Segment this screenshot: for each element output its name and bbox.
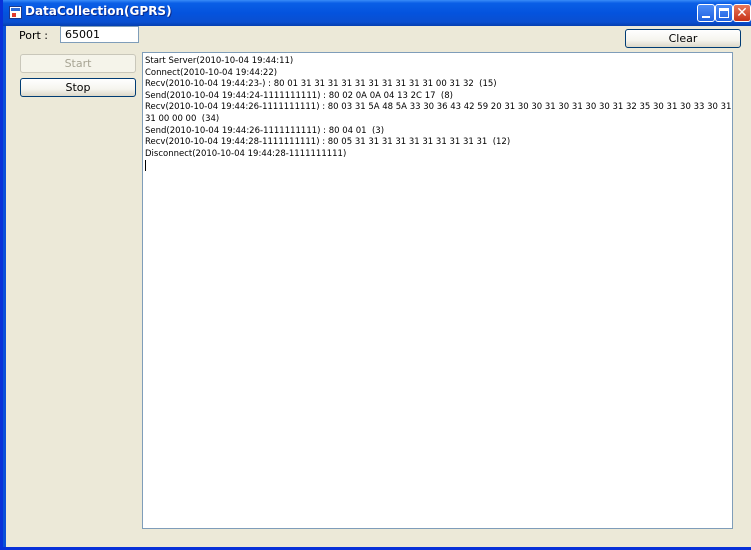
log-line: Send(2010-10-04 19:44:24-1111111111) : 8… — [145, 90, 453, 101]
log-line: Start Server(2010-10-04 19:44:11) — [145, 56, 294, 66]
log-line: Disconnect(2010-10-04 19:44:28-111111111… — [145, 148, 347, 159]
log-line: Recv(2010-10-04 19:44:26-1111111111) : 8… — [145, 102, 732, 113]
app-icon[interactable] — [9, 6, 22, 19]
log-textbox[interactable]: Start Server(2010-10-04 19:44:11) Connec… — [142, 52, 733, 529]
port-input[interactable]: 65001 — [60, 26, 139, 43]
log-line: 31 00 00 00 (34) — [145, 113, 220, 124]
port-label: Port : — [19, 29, 49, 42]
client-area: Port : 65001 Clear Start Stop Start Serv… — [6, 26, 751, 547]
log-line: Send(2010-10-04 19:44:26-1111111111) : 8… — [145, 125, 385, 136]
close-icon: ✕ — [736, 5, 748, 21]
clear-button[interactable]: Clear — [625, 29, 741, 48]
maximize-icon — [719, 8, 729, 18]
title-bar[interactable]: DataCollection(GPRS) ✕ — [3, 0, 751, 26]
app-window: DataCollection(GPRS) ✕ Port : 65001 Clea… — [0, 0, 751, 550]
text-caret — [145, 160, 146, 172]
minimize-icon — [702, 16, 710, 18]
log-line: Recv(2010-10-04 19:44:23-) : 80 01 31 31… — [145, 79, 497, 90]
stop-button[interactable]: Stop — [20, 78, 136, 97]
log-line: Recv(2010-10-04 19:44:28-1111111111) : 8… — [145, 137, 511, 148]
minimize-button[interactable] — [697, 4, 715, 22]
start-button[interactable]: Start — [20, 54, 136, 73]
maximize-button[interactable] — [715, 4, 733, 22]
log-line: Connect(2010-10-04 19:44:22) — [145, 67, 278, 78]
close-button[interactable]: ✕ — [733, 4, 751, 22]
window-title: DataCollection(GPRS) — [25, 4, 172, 18]
